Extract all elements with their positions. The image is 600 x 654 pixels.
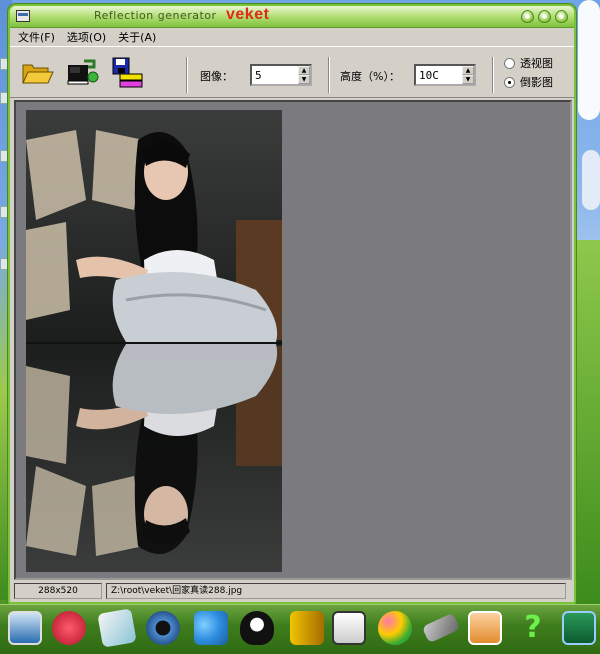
export-icon bbox=[67, 59, 99, 85]
status-bar: 288x520 Z:\root\veket\回家真读288.jpg bbox=[10, 580, 574, 602]
app-window: Reflection generator veket 文件(F) 选项(O) 关… bbox=[8, 4, 576, 604]
paint-icon[interactable] bbox=[378, 611, 412, 645]
app-icon[interactable] bbox=[16, 10, 30, 22]
title-bar[interactable]: Reflection generator veket bbox=[10, 6, 574, 28]
open-folder-icon bbox=[22, 64, 54, 84]
save-icon bbox=[112, 57, 143, 88]
menu-file[interactable]: 文件(F) bbox=[18, 29, 55, 45]
radio-perspective-label: 透视图 bbox=[520, 57, 553, 70]
preview-canvas[interactable] bbox=[14, 100, 572, 580]
radio-circle[interactable] bbox=[504, 57, 515, 69]
desktop-clouds bbox=[582, 150, 600, 210]
save-button[interactable] bbox=[110, 55, 144, 89]
network-icon[interactable] bbox=[194, 611, 228, 645]
monitor-icon[interactable] bbox=[8, 611, 42, 645]
toolbar-separator bbox=[492, 57, 494, 93]
image-size-status: 288x520 bbox=[14, 583, 102, 599]
desktop-icon-fragment[interactable] bbox=[0, 258, 8, 270]
photo-icon[interactable] bbox=[468, 611, 502, 645]
height-percent-label: 高度（%）： bbox=[340, 70, 400, 83]
menu-options[interactable]: 选项(O) bbox=[67, 29, 106, 45]
notes-icon[interactable] bbox=[97, 608, 137, 648]
spin-down-arrow-icon[interactable]: ▼ bbox=[462, 75, 474, 84]
toolbar-separator bbox=[186, 57, 188, 93]
spin-up-arrow-icon[interactable]: ▲ bbox=[462, 66, 474, 75]
spin-down-arrow-icon[interactable]: ▼ bbox=[298, 75, 310, 84]
desktop-icon-fragment[interactable] bbox=[0, 92, 8, 104]
image-count-label: 图像： bbox=[200, 70, 233, 83]
window-title: Reflection generator bbox=[94, 9, 217, 22]
photo-graphic bbox=[26, 110, 282, 572]
image-count-spinner[interactable]: ▲ ▼ bbox=[250, 64, 312, 86]
close-button[interactable] bbox=[555, 10, 568, 23]
menu-bar: 文件(F) 选项(O) 关于(A) bbox=[10, 28, 574, 46]
toolbar: 图像： ▲ ▼ 高度（%）： ▲ ▼ 透视图 倒影图 bbox=[10, 46, 574, 98]
taskbar: ? bbox=[0, 604, 600, 654]
radio-reflection[interactable]: 倒影图 bbox=[504, 74, 553, 90]
radio-reflection-label: 倒影图 bbox=[520, 76, 553, 89]
brand-label: veket bbox=[226, 6, 270, 23]
open-folder-button[interactable] bbox=[20, 55, 54, 89]
tools-icon[interactable] bbox=[421, 612, 461, 644]
speaker-icon[interactable] bbox=[146, 611, 180, 645]
spin-up-arrow-icon[interactable]: ▲ bbox=[298, 66, 310, 75]
pig-icon[interactable] bbox=[52, 611, 86, 645]
export-button[interactable] bbox=[66, 55, 100, 89]
desktop-grass bbox=[576, 240, 600, 604]
desktop-clouds bbox=[578, 0, 600, 120]
height-percent-spinner[interactable]: ▲ ▼ bbox=[414, 64, 476, 86]
file-path-status: Z:\root\veket\回家真读288.jpg bbox=[106, 583, 566, 599]
door-icon[interactable] bbox=[290, 611, 324, 645]
image-viewer-icon[interactable] bbox=[332, 611, 366, 645]
radio-perspective[interactable]: 透视图 bbox=[504, 55, 553, 71]
camera-icon[interactable] bbox=[562, 611, 596, 645]
desktop-icon-fragment[interactable] bbox=[0, 150, 8, 162]
menu-about[interactable]: 关于(A) bbox=[118, 29, 156, 45]
reflection-preview-image bbox=[26, 110, 282, 572]
minimize-button[interactable] bbox=[521, 10, 534, 23]
penguin-icon[interactable] bbox=[240, 611, 274, 645]
desktop-icon-fragment[interactable] bbox=[0, 58, 8, 70]
help-icon[interactable]: ? bbox=[516, 611, 550, 645]
radio-circle-selected[interactable] bbox=[504, 76, 515, 88]
desktop-icon-fragment[interactable] bbox=[0, 206, 8, 218]
toolbar-separator bbox=[328, 57, 330, 93]
maximize-button[interactable] bbox=[538, 10, 551, 23]
